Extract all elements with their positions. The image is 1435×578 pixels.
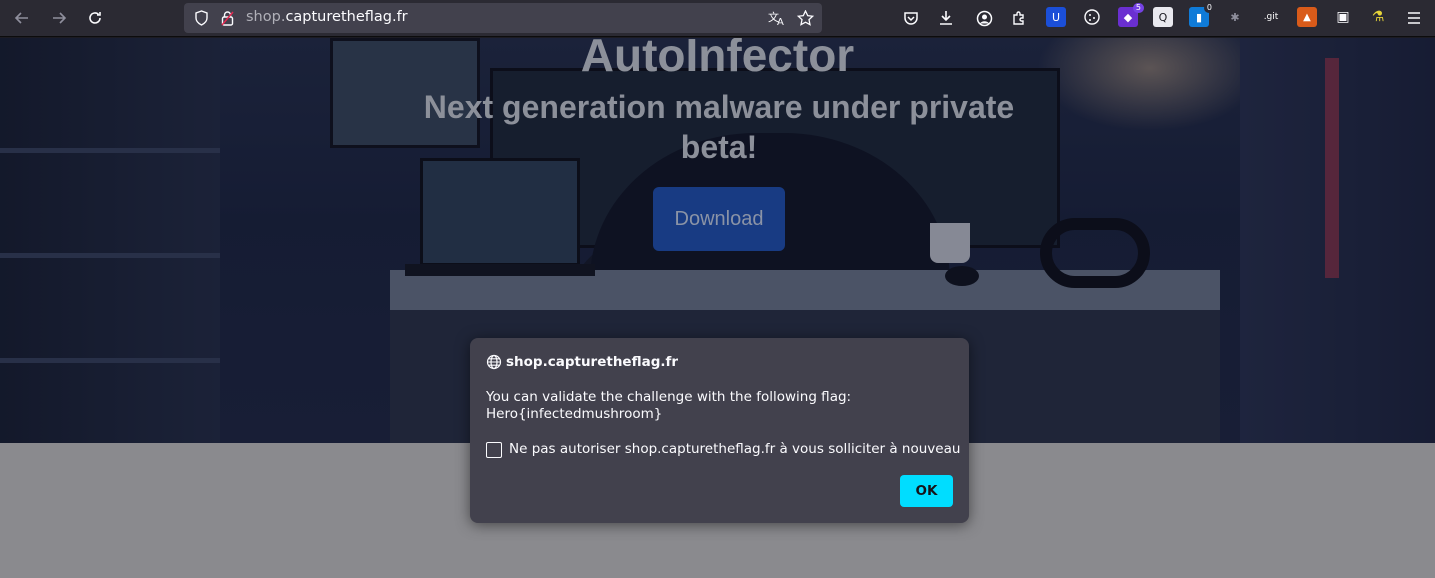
hero-subtitle: Next generation malware under private be… [423, 89, 1015, 165]
download-button[interactable]: Download [653, 187, 785, 251]
dialog-checkbox-label[interactable]: Ne pas autoriser shop.capturetheflag.fr … [509, 441, 960, 457]
extension-badge: 0 [1203, 3, 1215, 13]
blue-extension-icon[interactable]: ▮ 0 [1189, 3, 1215, 27]
browser-toolbar: shop.capturetheflag.fr 文A U ◆ 5 Q ▮ 0 ✱ .g… [0, 0, 1435, 37]
pocket-icon[interactable] [897, 5, 925, 31]
reload-icon[interactable] [81, 5, 109, 31]
arrow-left-icon[interactable] [8, 5, 36, 31]
fox-extension-icon[interactable]: ▲ [1297, 7, 1317, 27]
hero-title: AutoInfector [580, 38, 855, 81]
alert-dialog: shop.capturetheflag.fr You can validate … [470, 338, 969, 523]
flask-extension-icon[interactable]: ⚗ [1368, 7, 1388, 27]
svg-text:A: A [777, 17, 784, 26]
cookie-icon[interactable] [1082, 7, 1102, 27]
dialog-origin: shop.capturetheflag.fr [506, 354, 679, 370]
url-bar[interactable]: shop.capturetheflag.fr 文A [184, 3, 822, 33]
url-subdomain: shop. [246, 9, 286, 25]
arrow-right-icon[interactable] [45, 5, 73, 31]
account-icon[interactable] [970, 5, 998, 31]
ok-button[interactable]: OK [900, 475, 953, 507]
dialog-checkbox[interactable] [486, 442, 502, 458]
star-icon[interactable] [796, 9, 814, 27]
card-extension-icon[interactable]: ▣ [1333, 7, 1353, 27]
url-domain: capturetheflag.fr [285, 9, 408, 25]
dialog-message: You can validate the challenge with the … [486, 389, 852, 422]
translate-icon[interactable]: 文A [768, 9, 786, 27]
extension-badge: 5 [1132, 3, 1144, 13]
search-extension-icon[interactable]: Q [1153, 7, 1173, 27]
hamburger-menu-icon[interactable] [1400, 5, 1428, 31]
globe-icon [486, 354, 502, 370]
url-text[interactable]: shop.capturetheflag.fr [246, 9, 408, 25]
download-icon[interactable] [932, 5, 960, 31]
lock-icon[interactable] [218, 9, 236, 27]
puzzle-gray-icon[interactable]: ✱ [1225, 7, 1245, 27]
diamond-extension-icon[interactable]: ◆ 5 [1118, 3, 1144, 27]
ublock-icon[interactable]: U [1046, 7, 1066, 27]
git-extension-icon[interactable]: .git [1260, 7, 1282, 27]
shield-icon[interactable] [192, 9, 210, 27]
puzzle-icon[interactable] [1005, 5, 1033, 31]
